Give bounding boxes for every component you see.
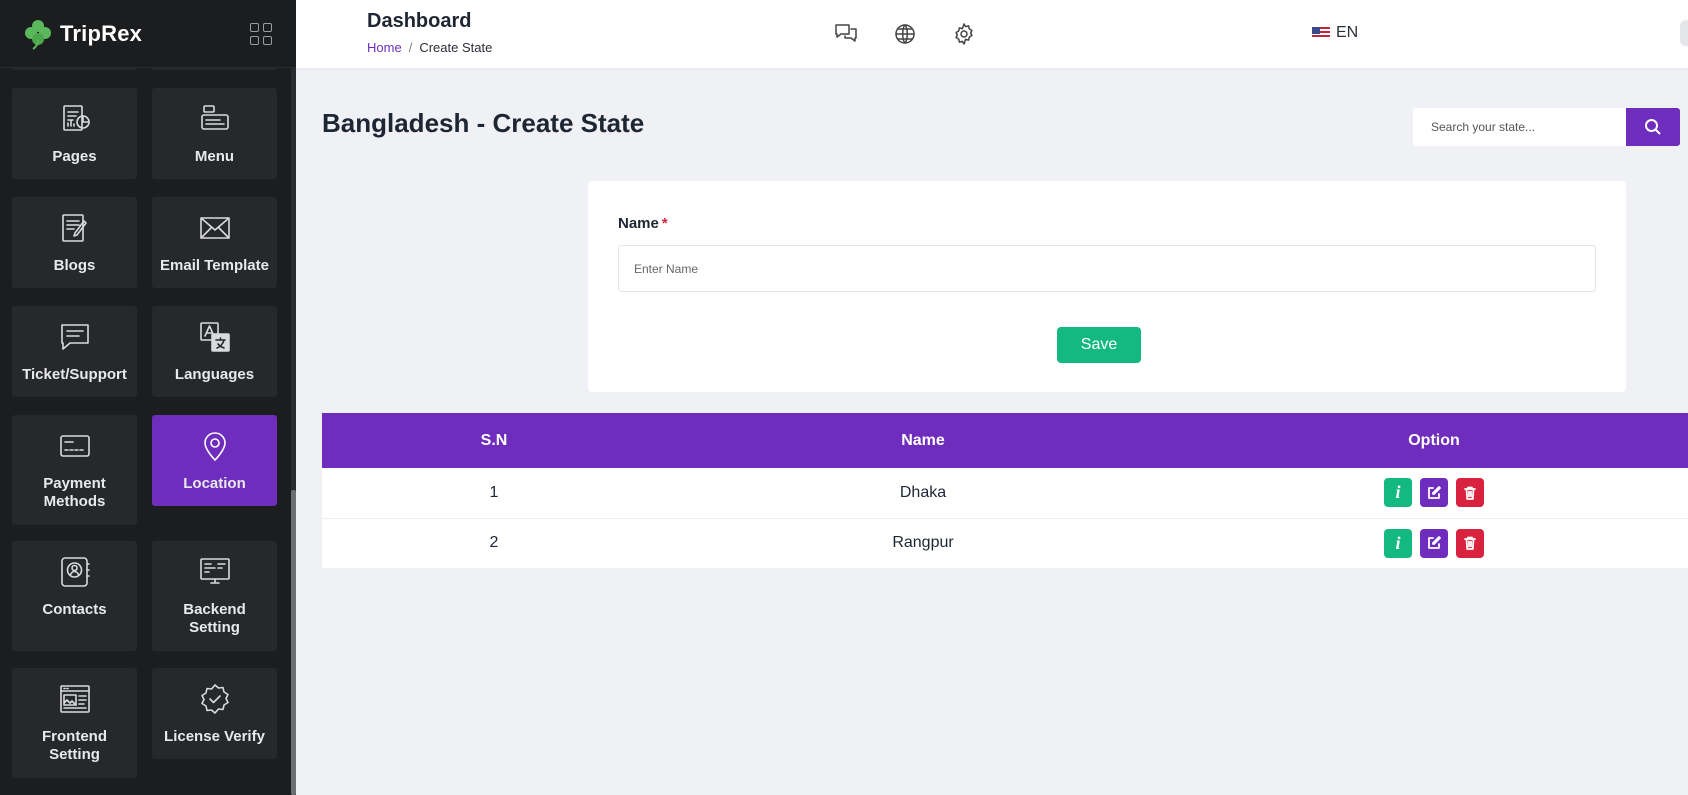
brand-name: TripRex (60, 20, 143, 46)
search-button[interactable] (1626, 108, 1680, 146)
top-header: Dashboard Home / Create State EN (296, 0, 1688, 68)
sidebar-item-label: Location (183, 475, 246, 492)
translate-icon (199, 322, 230, 352)
info-button[interactable]: i (1384, 528, 1412, 558)
sidebar-item-frontend-setting[interactable]: Frontend Setting (12, 668, 137, 778)
language-selector[interactable]: EN (1312, 24, 1358, 42)
sidebar-item-label: Contacts (42, 601, 107, 618)
envelope-icon (199, 217, 230, 239)
cell-sn: 2 (322, 518, 666, 569)
edit-icon (1428, 536, 1441, 549)
edit-button[interactable] (1420, 478, 1448, 508)
table-header-row: S.N Name Option (322, 413, 1688, 468)
sidebar-item-label: Frontend Setting (42, 728, 107, 763)
language-code: EN (1336, 24, 1359, 41)
trash-icon (1464, 486, 1476, 500)
column-header-name: Name (901, 431, 945, 449)
location-pin-icon (203, 432, 226, 461)
create-state-form: Name* Save (588, 181, 1626, 392)
name-field-label: Name * (618, 215, 668, 232)
breadcrumb-separator: / (408, 40, 413, 55)
info-icon: i (1395, 482, 1401, 503)
chat-icon[interactable] (834, 22, 858, 46)
brand-bar: TripRex (0, 0, 296, 68)
contact-icon (60, 557, 90, 587)
sidebar-item-label: Payment Methods (43, 475, 106, 510)
sidebar-item-label: Languages (174, 366, 255, 383)
card-icon (59, 435, 90, 457)
column-header-sn: S.N (480, 431, 508, 449)
sidebar-item-menu[interactable]: Menu (152, 88, 277, 179)
sidebar-item-ticket-support[interactable]: Ticket/Support (12, 306, 137, 397)
sidebar-item-label: License Verify (164, 728, 265, 745)
sidebar-item-email-template[interactable]: Email Template (152, 197, 277, 288)
cell-name: Rangpur (666, 518, 1180, 569)
breadcrumb-home-link[interactable]: Home (367, 40, 402, 55)
sidebar-item-label: Backend Setting (183, 601, 246, 636)
gear-icon[interactable] (952, 22, 976, 46)
cell-options: i (1180, 518, 1688, 569)
sidebar-item-label: Blogs (53, 257, 96, 274)
badge-check-icon (200, 684, 229, 714)
sidebar: Pages Menu Blogs Email Template Ticket/S… (0, 0, 296, 795)
grid-toggle-icon[interactable] (250, 23, 272, 45)
sidebar-item-label: Menu (194, 148, 235, 165)
sidebar-item-blogs[interactable]: Blogs (12, 197, 137, 288)
breadcrumb-current: Create State (419, 40, 493, 55)
table-row: 2 Rangpur i (322, 518, 1688, 569)
us-flag-icon (1312, 27, 1330, 39)
delete-button[interactable] (1456, 528, 1484, 558)
header-edge-handle[interactable] (1680, 20, 1688, 46)
cell-name: Dhaka (666, 468, 1180, 519)
column-header-option: Option (1408, 431, 1460, 449)
sidebar-item-label: Email Template (160, 257, 269, 274)
info-button[interactable]: i (1384, 478, 1412, 508)
delete-button[interactable] (1456, 478, 1484, 508)
pages-icon (62, 105, 90, 131)
sidebar-item-label: Ticket/Support (22, 366, 127, 383)
browser-icon (59, 685, 90, 713)
sidebar-item-pages[interactable]: Pages (12, 88, 137, 179)
blogs-icon (61, 214, 87, 242)
required-mark: * (661, 215, 668, 232)
states-table: S.N Name Option 1 Dhaka i 2 Rangpur i (322, 413, 1688, 569)
sidebar-item-location[interactable]: Location (152, 415, 277, 506)
breadcrumb: Home / Create State (367, 40, 492, 55)
name-input[interactable] (618, 245, 1596, 292)
info-icon: i (1395, 532, 1401, 553)
clover-logo-icon (25, 19, 51, 50)
cell-options: i (1180, 468, 1688, 519)
table-row: 1 Dhaka i (322, 468, 1688, 519)
sidebar-item-languages[interactable]: Languages (152, 306, 277, 397)
sidebar-scroll-thumb[interactable] (291, 490, 296, 795)
search-icon (1645, 119, 1661, 135)
edit-icon (1428, 485, 1441, 499)
menu-icon (200, 105, 229, 130)
cell-sn: 1 (322, 468, 666, 519)
globe-icon[interactable] (893, 22, 917, 46)
page-title: Dashboard (367, 10, 472, 32)
trash-icon (1464, 536, 1476, 550)
sidebar-item-label: Pages (52, 148, 97, 165)
content-title: Bangladesh - Create State (322, 108, 645, 138)
sidebar-item-contacts[interactable]: Contacts (12, 541, 137, 651)
save-button[interactable]: Save (1057, 327, 1141, 363)
message-icon (60, 324, 89, 350)
edit-button[interactable] (1420, 528, 1448, 558)
sidebar-item-payment-methods[interactable]: Payment Methods (12, 415, 137, 525)
sidebar-item-backend-setting[interactable]: Backend Setting (152, 541, 277, 651)
sidebar-item-license-verify[interactable]: License Verify (152, 668, 277, 759)
monitor-icon (199, 558, 230, 584)
search-input[interactable] (1413, 108, 1626, 146)
